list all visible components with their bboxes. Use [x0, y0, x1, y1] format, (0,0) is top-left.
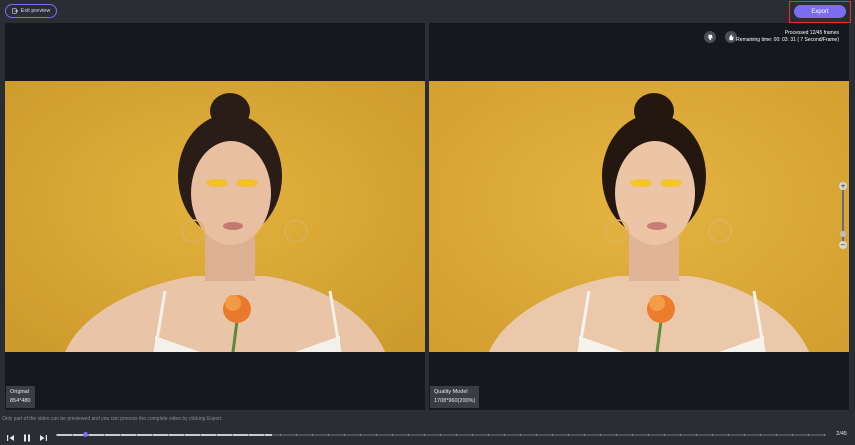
original-video-frame [5, 81, 425, 352]
original-label-box: Original 854*480 [6, 386, 35, 408]
top-bar: Exit preview Export [0, 0, 855, 23]
enhanced-video-frame [429, 81, 849, 352]
exit-icon [11, 8, 18, 14]
original-resolution: 854*480 [10, 398, 31, 404]
timeline-track[interactable] [56, 432, 826, 437]
quality-model-resolution: 1708*960(200%) [434, 398, 476, 404]
portrait-image [5, 81, 425, 352]
step-back-icon [7, 435, 14, 441]
previous-frame-button[interactable] [6, 430, 16, 445]
frame-counter: 2/45 [836, 431, 847, 437]
original-label: Original [10, 389, 29, 395]
thumbs-down-icon [707, 34, 713, 40]
zoom-out-button[interactable]: − [839, 241, 847, 249]
next-frame-button[interactable] [38, 430, 48, 445]
thumbs-up-icon [728, 34, 734, 40]
export-button[interactable]: Export [794, 5, 846, 18]
zoom-slider-track[interactable] [842, 182, 844, 248]
timeline-ticks [56, 434, 826, 436]
playback-bar: 2/45 [0, 425, 855, 445]
thumbs-down-button[interactable] [704, 31, 716, 43]
enhanced-preview-pane: Processed 12/45 frames Remaining time: 0… [429, 23, 849, 410]
exit-preview-label: Exit preview [20, 8, 51, 14]
original-preview-pane: Original 854*480 [5, 23, 425, 410]
quality-model-label-box: Quality Model 1708*960(200%) [430, 386, 480, 408]
preview-notice: Only part of the video can be previewed … [2, 416, 223, 422]
quality-model-label: Quality Model [434, 389, 468, 395]
timeline-playhead[interactable] [83, 432, 89, 437]
zoom-slider-handle[interactable] [840, 231, 846, 237]
remaining-time: Remaining time: 00: 03: 31 ( 7 Second/Fr… [736, 37, 839, 43]
pause-button[interactable] [22, 430, 32, 445]
pause-icon [24, 434, 30, 442]
zoom-in-button[interactable]: + [839, 182, 847, 190]
exit-preview-button[interactable]: Exit preview [5, 4, 57, 18]
processed-frames: Processed 12/45 frames [784, 30, 839, 36]
step-forward-icon [40, 435, 47, 441]
export-highlight-box: Export [789, 1, 851, 23]
processing-status: Processed 12/45 frames Remaining time: 0… [736, 30, 839, 44]
portrait-image-enhanced [429, 81, 849, 352]
